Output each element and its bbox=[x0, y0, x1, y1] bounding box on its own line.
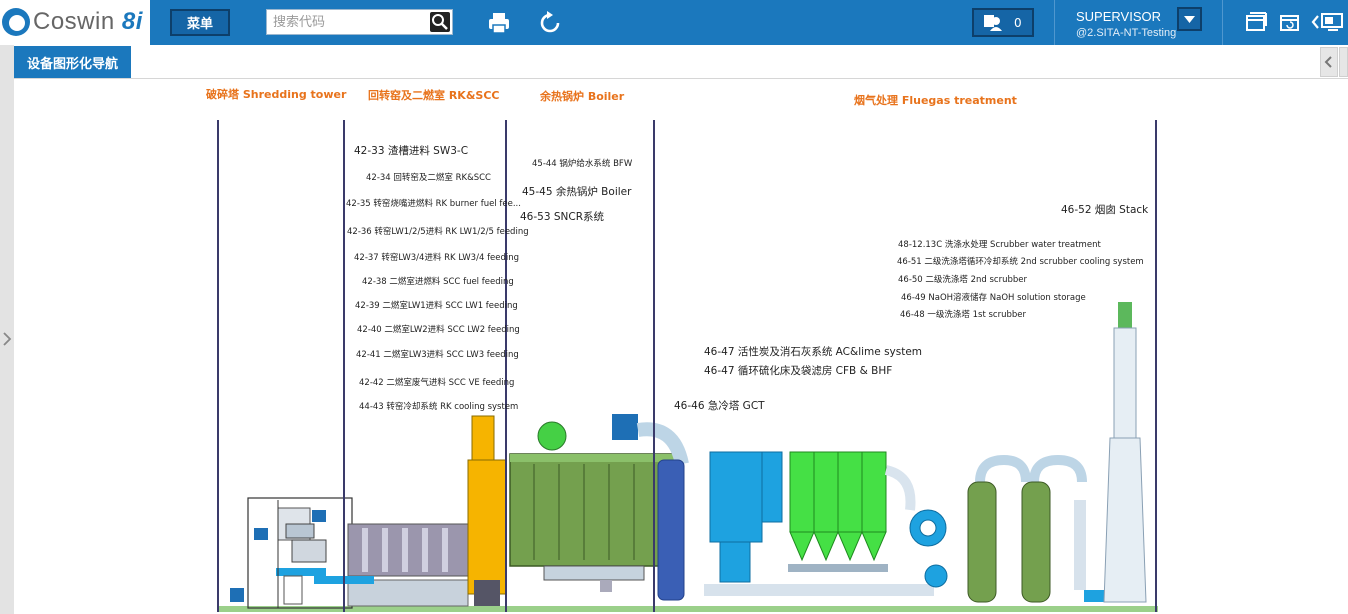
logo-name: Coswin bbox=[33, 8, 122, 35]
alert-user-icon bbox=[984, 15, 1002, 31]
equipment-link-46-50[interactable]: 46-50 二级洗涤塔 2nd scrubber bbox=[898, 273, 1027, 285]
toolbar-divider bbox=[1222, 0, 1223, 45]
search-button[interactable] bbox=[430, 12, 450, 32]
printer-icon bbox=[489, 13, 509, 34]
window-button[interactable] bbox=[1244, 10, 1270, 36]
tab-scroll-left-button[interactable] bbox=[1320, 47, 1338, 77]
plant-diagram: 破碎塔 Shredding tower 回转窑及二燃室 RK&SCC 余热锅炉 … bbox=[14, 80, 1348, 614]
section-divider bbox=[653, 120, 655, 612]
notification-button[interactable]: 0 bbox=[972, 8, 1034, 37]
logo-version: 8i bbox=[121, 8, 143, 35]
equipment-link-45-44[interactable]: 45-44 锅炉给水系统 BFW bbox=[532, 157, 632, 169]
equipment-link-46-52[interactable]: 46-52 烟囱 Stack bbox=[1061, 202, 1148, 217]
app-logo[interactable]: Coswin 8i bbox=[0, 0, 150, 45]
toolbar-divider bbox=[1054, 0, 1055, 45]
notification-count: 0 bbox=[1014, 16, 1022, 30]
ground-strip bbox=[218, 606, 1158, 612]
section-divider bbox=[343, 120, 345, 612]
equipment-link-42-37[interactable]: 42-37 转窑LW3/4进料 RK LW3/4 feeding bbox=[354, 251, 519, 263]
secondary-combustion-chamber[interactable] bbox=[467, 415, 507, 606]
equipment-link-42-33[interactable]: 42-33 渣槽进料 SW3-C bbox=[354, 143, 468, 158]
equipment-link-46-48[interactable]: 46-48 一级洗涤塔 1st scrubber bbox=[900, 308, 1026, 320]
equipment-link-42-40[interactable]: 42-40 二燃室LW2进料 SCC LW2 feeding bbox=[357, 323, 520, 335]
scrubber-towers[interactable] bbox=[967, 454, 1118, 603]
equipment-link-42-41[interactable]: 42-41 二燃室LW3进料 SCC LW3 feeding bbox=[356, 348, 519, 360]
equipment-link-42-38[interactable]: 42-38 二燃室进燃料 SCC fuel feeding bbox=[362, 275, 514, 287]
print-button[interactable] bbox=[486, 10, 512, 36]
window-icon bbox=[1246, 12, 1267, 31]
section-divider bbox=[217, 120, 219, 612]
cfb-bag-house-equipment[interactable] bbox=[704, 451, 934, 596]
section-title-rk-scc: 回转窑及二燃室 RK&SCC bbox=[368, 89, 500, 102]
equipment-link-46-47-cfb-bhf[interactable]: 46-47 循环硫化床及袋滤房 CFB & BHF bbox=[704, 363, 892, 378]
refresh-window-button[interactable] bbox=[1278, 10, 1304, 36]
desktop-button[interactable] bbox=[1310, 10, 1346, 36]
section-divider bbox=[1155, 120, 1157, 612]
chevron-left-icon bbox=[1324, 56, 1332, 68]
tab-strip bbox=[0, 45, 1348, 79]
section-divider bbox=[505, 120, 507, 612]
section-title-shredding: 破碎塔 Shredding tower bbox=[206, 88, 347, 101]
equipment-link-44-43[interactable]: 44-43 转窑冷却系统 RK cooling system bbox=[359, 400, 518, 412]
plant-drawing bbox=[218, 302, 1158, 612]
chevron-down-icon bbox=[1184, 16, 1195, 23]
top-bar: Coswin 8i 菜单 0 SUPERVISO bbox=[0, 0, 1348, 45]
tab-equipment-graphic-navigation[interactable]: 设备图形化导航 bbox=[14, 46, 131, 78]
chevron-right-icon bbox=[3, 332, 12, 346]
user-menu-dropdown[interactable] bbox=[1177, 7, 1202, 31]
equipment-link-42-36[interactable]: 42-36 转窑LW1/2/5进料 RK LW1/2/5 feeding bbox=[347, 225, 529, 237]
equipment-link-46-51[interactable]: 46-51 二级洗涤塔循环冷却系统 2nd scrubber cooling s… bbox=[897, 255, 1144, 267]
user-name: SUPERVISOR bbox=[1076, 9, 1162, 24]
logo-mark-icon bbox=[2, 8, 30, 36]
refresh-icon bbox=[540, 11, 560, 33]
section-title-boiler: 余热锅炉 Boiler bbox=[540, 90, 625, 103]
refresh-button[interactable] bbox=[537, 10, 563, 36]
search-icon bbox=[432, 14, 448, 30]
side-panel-toggle[interactable] bbox=[0, 326, 14, 352]
user-site: @2.SITA-NT-Testing bbox=[1076, 27, 1177, 39]
tab-scroll-right-button[interactable] bbox=[1339, 47, 1348, 77]
equipment-link-46-49[interactable]: 46-49 NaOH溶液储存 NaOH solution storage bbox=[901, 291, 1086, 303]
menu-button[interactable]: 菜单 bbox=[170, 9, 230, 36]
equipment-link-46-46[interactable]: 46-46 急冷塔 GCT bbox=[674, 398, 765, 413]
stack-chimney[interactable] bbox=[1103, 302, 1147, 603]
equipment-link-42-42[interactable]: 42-42 二燃室废气进料 SCC VE feeding bbox=[359, 376, 514, 388]
desktop-icon bbox=[1311, 13, 1343, 31]
equipment-link-42-35[interactable]: 42-35 转窑烧嘴进燃料 RK burner fuel fee... bbox=[346, 197, 521, 209]
window-refresh-icon bbox=[1280, 15, 1299, 31]
equipment-link-42-39[interactable]: 42-39 二燃室LW1进料 SCC LW1 feeding bbox=[355, 299, 518, 311]
shredding-tower-equipment[interactable] bbox=[230, 497, 353, 609]
equipment-link-46-47-ac-lime[interactable]: 46-47 活性炭及消石灰系统 AC&lime system bbox=[704, 344, 922, 359]
search-input[interactable] bbox=[267, 10, 427, 34]
equipment-link-48-12[interactable]: 48-12.13C 洗涤水处理 Scrubber water treatment bbox=[898, 238, 1101, 250]
rotary-kiln-equipment[interactable] bbox=[314, 523, 469, 607]
equipment-link-46-53[interactable]: 46-53 SNCR系统 bbox=[520, 209, 604, 224]
search-box bbox=[266, 9, 453, 35]
induced-draft-fan[interactable] bbox=[909, 509, 948, 588]
section-title-fluegas: 烟气处理 Fluegas treatment bbox=[854, 94, 1017, 107]
equipment-link-42-34[interactable]: 42-34 回转窑及二燃室 RK&SCC bbox=[366, 171, 491, 183]
equipment-link-45-45[interactable]: 45-45 余热锅炉 Boiler bbox=[522, 184, 631, 199]
